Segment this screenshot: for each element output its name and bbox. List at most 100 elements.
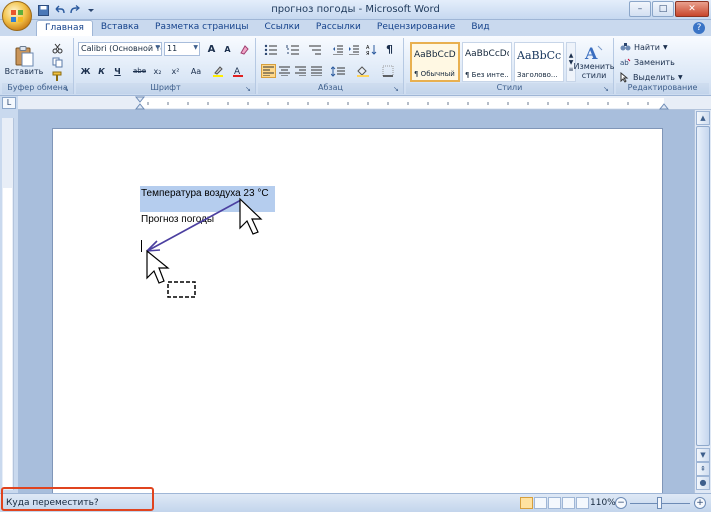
bullets-button[interactable] xyxy=(261,42,281,56)
justify-button[interactable] xyxy=(309,64,324,78)
help-icon[interactable]: ? xyxy=(693,22,705,34)
svg-text:A: A xyxy=(584,44,598,62)
sort-icon: AЯ xyxy=(366,44,376,55)
paragraph-launcher-icon[interactable]: ↘ xyxy=(393,85,401,93)
font-size-value: 11 xyxy=(167,44,178,53)
chevron-down-icon: ▼ xyxy=(662,43,668,51)
increase-indent-icon xyxy=(348,45,359,55)
scroll-thumb[interactable] xyxy=(696,126,710,446)
multilevel-list-button[interactable] xyxy=(305,42,325,56)
tab-mailings[interactable]: Рассылки xyxy=(308,20,369,36)
tab-home[interactable]: Главная xyxy=(36,20,93,36)
zoom-in-button[interactable]: + xyxy=(694,497,706,509)
tab-selector[interactable]: L xyxy=(2,97,16,109)
increase-indent-button[interactable] xyxy=(346,42,361,56)
scroll-up-button[interactable]: ▲ xyxy=(696,111,710,125)
select-label: Выделить xyxy=(633,72,675,82)
outline-view-button[interactable] xyxy=(562,497,575,509)
office-button[interactable] xyxy=(2,1,32,31)
ribbon-tabs: Главная Вставка Разметка страницы Ссылки… xyxy=(36,20,498,36)
full-screen-view-button[interactable] xyxy=(534,497,547,509)
shrink-font-button[interactable]: A xyxy=(220,42,235,56)
change-styles-label-2: стили xyxy=(581,71,607,80)
sort-button[interactable]: AЯ xyxy=(364,42,379,56)
change-case-button[interactable]: Aa xyxy=(186,64,206,78)
borders-button[interactable] xyxy=(378,64,398,78)
minimize-button[interactable]: – xyxy=(629,1,651,17)
clear-format-icon[interactable] xyxy=(237,42,252,56)
maximize-button[interactable]: □ xyxy=(652,1,674,17)
tab-insert[interactable]: Вставка xyxy=(93,20,147,36)
cut-button[interactable] xyxy=(50,41,65,55)
zoom-slider-thumb[interactable] xyxy=(657,497,662,509)
view-buttons xyxy=(520,497,589,509)
zoom-level[interactable]: 110% xyxy=(590,498,616,508)
subscript-button[interactable]: x₂ xyxy=(150,64,165,78)
styles-group: AaBbCcDc ¶ Обычный AaBbCcDc ¶ Без инте..… xyxy=(406,38,615,94)
format-painter-icon xyxy=(52,71,62,81)
change-styles-button[interactable]: A Изменить стили xyxy=(574,40,615,84)
tab-view[interactable]: Вид xyxy=(463,20,497,36)
replace-button[interactable]: ab Заменить xyxy=(620,55,675,69)
shading-button[interactable] xyxy=(353,64,373,78)
font-color-button[interactable]: A xyxy=(230,64,245,78)
highlight-button[interactable] xyxy=(210,64,225,78)
font-name-combo[interactable]: Calibri (Основной те ▼ xyxy=(78,42,162,56)
select-button[interactable]: Выделить ▼ xyxy=(620,70,683,84)
style-normal[interactable]: AaBbCcDc ¶ Обычный xyxy=(410,42,460,82)
document-line-forecast[interactable]: Прогноз погоды xyxy=(141,214,214,225)
copy-icon xyxy=(52,57,63,67)
tab-page-layout[interactable]: Разметка страницы xyxy=(147,20,257,36)
align-right-button[interactable] xyxy=(293,64,308,78)
italic-button[interactable]: К xyxy=(94,64,109,78)
tab-references[interactable]: Ссылки xyxy=(257,20,308,36)
strikethrough-button[interactable]: abe xyxy=(132,64,147,78)
print-layout-view-button[interactable] xyxy=(520,497,533,509)
web-layout-view-button[interactable] xyxy=(548,497,561,509)
bold-label: Ж xyxy=(80,66,91,76)
previous-page-button[interactable]: ⇞ xyxy=(696,462,710,476)
copy-button[interactable] xyxy=(50,55,65,69)
draft-view-button[interactable] xyxy=(576,497,589,509)
close-button[interactable]: ✕ xyxy=(675,1,709,17)
scroll-down-button[interactable]: ▼ xyxy=(696,448,710,462)
find-button[interactable]: Найти ▼ xyxy=(620,40,668,54)
bullet-list-icon xyxy=(264,44,277,55)
title-bar: прогноз погоды - Microsoft Word – □ ✕ xyxy=(0,0,711,20)
align-center-button[interactable] xyxy=(277,64,292,78)
vertical-scrollbar[interactable]: ▲ ▼ ⇞ ● xyxy=(694,110,711,493)
format-painter-button[interactable] xyxy=(50,69,65,83)
horizontal-ruler[interactable] xyxy=(18,96,711,110)
styles-launcher-icon[interactable]: ↘ xyxy=(603,85,611,93)
bold-button[interactable]: Ж xyxy=(78,64,93,78)
style-heading-1[interactable]: AaBbCc Заголово... xyxy=(514,42,564,82)
document-line-temperature[interactable]: Температура воздуха 23 °С xyxy=(141,188,269,199)
align-center-icon xyxy=(279,66,290,76)
decrease-indent-button[interactable] xyxy=(330,42,345,56)
font-size-combo[interactable]: 11 ▼ xyxy=(164,42,200,56)
clipboard-launcher-icon[interactable]: ↘ xyxy=(63,85,71,93)
numbering-button[interactable] xyxy=(283,42,303,56)
document-page[interactable] xyxy=(52,128,663,496)
svg-text:ab: ab xyxy=(620,59,629,67)
shrink-font-label: A xyxy=(224,44,231,54)
change-styles-icon: A xyxy=(584,44,603,62)
font-group-label: Шрифт xyxy=(76,83,255,94)
line-spacing-button[interactable] xyxy=(328,64,348,78)
superscript-button[interactable]: x² xyxy=(168,64,183,78)
font-color-icon: A xyxy=(232,67,243,77)
align-left-button[interactable] xyxy=(261,64,276,78)
highlighter-icon xyxy=(212,66,223,77)
underline-button[interactable]: Ч xyxy=(110,64,125,78)
font-launcher-icon[interactable]: ↘ xyxy=(245,85,253,93)
paste-button[interactable]: Вставить xyxy=(4,40,44,80)
vertical-ruler[interactable] xyxy=(2,118,14,490)
style-name: ¶ Без инте... xyxy=(465,71,509,79)
zoom-out-button[interactable]: − xyxy=(615,497,627,509)
style-no-spacing[interactable]: AaBbCcDc ¶ Без инте... xyxy=(462,42,512,82)
show-marks-button[interactable]: ¶ xyxy=(382,42,397,56)
select-browse-object-button[interactable]: ● xyxy=(696,476,710,490)
tab-review[interactable]: Рецензирование xyxy=(369,20,463,36)
replace-icon: ab xyxy=(620,58,631,67)
grow-font-button[interactable]: A xyxy=(204,42,219,56)
